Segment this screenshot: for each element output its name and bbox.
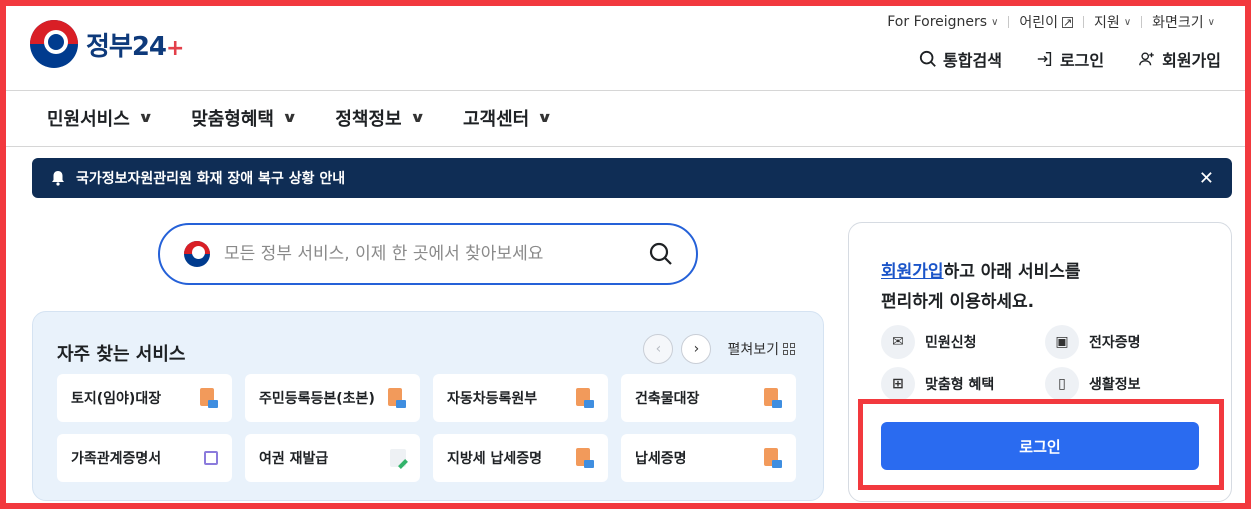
signup-message: 회원가입하고 아래 서비스를 편리하게 이용하세요. xyxy=(881,262,1081,312)
frequent-services-title: 자주 찾는 서비스 xyxy=(57,344,186,365)
chevron-down-icon: ∨ xyxy=(409,110,426,126)
close-icon[interactable]: ✕ xyxy=(1199,168,1214,189)
nav-item-custom-benefits[interactable]: 맞춤형혜택 ∨ xyxy=(191,105,298,131)
document-icon xyxy=(764,388,782,408)
header-links: 통합검색 로그인 회원가입 xyxy=(919,47,1221,71)
service-cards: 토지(임야)대장 주민등록등본(초본) 자동차등록원부 건축물대장 가족관계증명… xyxy=(57,374,796,482)
document-icon xyxy=(388,388,406,408)
frequent-services-panel: 자주 찾는 서비스 ‹ › 펼쳐보기 토지(임야)대장 주민등록등본(초본) 자… xyxy=(32,311,824,501)
login-button[interactable]: 로그인 xyxy=(881,422,1199,470)
nav-item-customer-center[interactable]: 고객센터 ∨ xyxy=(463,105,553,131)
service-card[interactable]: 지방세 납세증명 xyxy=(433,434,608,482)
support-menu[interactable]: 지원 ∨ xyxy=(1084,12,1141,32)
add-user-icon xyxy=(1139,52,1154,66)
utility-menu: For Foreigners ∨ 어린이 ↗ 지원 ∨ 화면크기 ∨ xyxy=(877,12,1225,32)
document-icon xyxy=(200,388,218,408)
external-link-icon xyxy=(204,451,218,465)
service-life-info[interactable]: ▯ 생활정보 xyxy=(1045,367,1209,401)
chevron-left-icon: ‹ xyxy=(655,341,662,357)
header: 정부24+ For Foreigners ∨ 어린이 ↗ 지원 ∨ 화면크기 ∨… xyxy=(0,0,1251,90)
login-link[interactable]: 로그인 xyxy=(1036,47,1104,71)
taegeuk-logo-icon xyxy=(30,20,78,68)
service-card[interactable]: 자동차등록원부 xyxy=(433,374,608,422)
signup-link[interactable]: 회원가입 xyxy=(1138,47,1221,71)
document-icon xyxy=(576,388,594,408)
chevron-down-icon: ∨ xyxy=(137,110,154,126)
grid-icon xyxy=(783,343,795,355)
frequent-controls: ‹ › 펼쳐보기 xyxy=(643,334,795,364)
search-input[interactable] xyxy=(224,244,644,264)
service-card[interactable]: 여권 재발급 xyxy=(245,434,420,482)
prev-button[interactable]: ‹ xyxy=(643,334,674,364)
service-card[interactable]: 토지(임야)대장 xyxy=(57,374,232,422)
expand-button[interactable]: 펼쳐보기 xyxy=(727,339,795,359)
kids-link[interactable]: 어린이 ↗ xyxy=(1009,12,1083,32)
service-card[interactable]: 납세증명 xyxy=(621,434,796,482)
notice-text: 국가정보자원관리원 화재 장애 복구 상황 안내 xyxy=(76,171,346,187)
edit-icon xyxy=(390,449,406,467)
service-e-certificate[interactable]: ▣ 전자증명 xyxy=(1045,325,1209,359)
service-custom-benefit[interactable]: ⊞ 맞춤형 혜택 xyxy=(881,367,1045,401)
bell-icon xyxy=(52,171,64,186)
member-services: ✉ 민원신청 ▣ 전자증명 ⊞ 맞춤형 혜택 ▯ 생활정보 xyxy=(881,325,1209,401)
search-icon xyxy=(919,50,936,67)
search-icon[interactable] xyxy=(648,241,674,267)
nav-item-policy-info[interactable]: 정책정보 ∨ xyxy=(335,105,426,131)
signup-link[interactable]: 회원가입 xyxy=(881,262,944,282)
screen-size-menu[interactable]: 화면크기 ∨ xyxy=(1142,12,1225,32)
taegeuk-logo-icon xyxy=(184,241,210,267)
certificate-icon: ▣ xyxy=(1045,325,1079,359)
for-foreigners-link[interactable]: For Foreigners ∨ xyxy=(877,14,1008,30)
bookmark-icon: ▯ xyxy=(1045,367,1079,401)
gift-icon: ⊞ xyxy=(881,367,915,401)
global-nav: 민원서비스 ∨ 맞춤형혜택 ∨ 정책정보 ∨ 고객센터 ∨ xyxy=(0,90,1251,147)
service-card[interactable]: 건축물대장 xyxy=(621,374,796,422)
search-bar xyxy=(158,223,698,285)
next-button[interactable]: › xyxy=(681,334,712,364)
chevron-down-icon: ∨ xyxy=(1123,16,1132,28)
service-card[interactable]: 주민등록등본(초본) xyxy=(245,374,420,422)
external-link-icon: ↗ xyxy=(1062,15,1074,29)
search-link[interactable]: 통합검색 xyxy=(919,47,1002,71)
chevron-down-icon: ∨ xyxy=(991,16,999,28)
login-icon xyxy=(1037,51,1052,67)
nav-item-civil-services[interactable]: 민원서비스 ∨ xyxy=(47,105,154,131)
service-civil-application[interactable]: ✉ 민원신청 xyxy=(881,325,1045,359)
chevron-down-icon: ∨ xyxy=(281,110,298,126)
chevron-right-icon: › xyxy=(693,341,700,357)
chevron-down-icon: ∨ xyxy=(536,110,553,126)
document-icon xyxy=(764,448,782,468)
logo-text: 정부24+ xyxy=(86,31,184,62)
chevron-down-icon: ∨ xyxy=(1207,16,1215,28)
notice-banner[interactable]: 국가정보자원관리원 화재 장애 복구 상황 안내 ✕ xyxy=(32,158,1232,198)
site-logo[interactable]: 정부24+ xyxy=(30,20,184,68)
document-icon xyxy=(576,448,594,468)
service-card[interactable]: 가족관계증명서 xyxy=(57,434,232,482)
envelope-icon: ✉ xyxy=(881,325,915,359)
